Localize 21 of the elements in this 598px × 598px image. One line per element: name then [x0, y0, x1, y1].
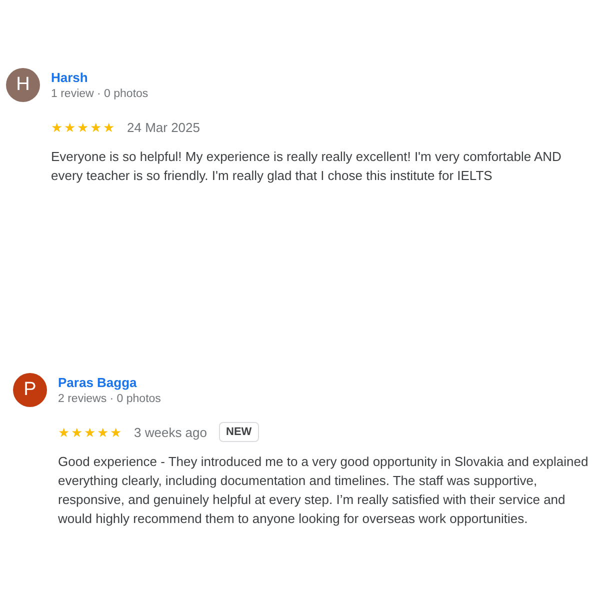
star-icon: ★ — [84, 426, 96, 438]
review-text: Everyone is so helpful! My experience is really really excellent! I'm very comfortable AND every teacher is so friendly. I'm really glad that I chose this institute for IELTS — [51, 148, 562, 185]
star-icon: ★ — [77, 120, 89, 134]
reviewer-name[interactable]: Harsh — [51, 69, 590, 86]
star-icon: ★ — [103, 120, 115, 134]
star-icon: ★ — [110, 426, 122, 438]
star-icon: ★ — [71, 426, 83, 438]
reviewer-stats: 2 reviews · 0 photos — [58, 392, 162, 407]
review-date: 3 weeks ago — [134, 424, 207, 440]
star-icon: ★ — [90, 120, 102, 134]
star-icon: ★ — [51, 120, 63, 134]
review-date: 24 Mar 2025 — [127, 120, 200, 134]
reviewer-stats: 1 review · 0 photos — [51, 87, 150, 102]
avatar[interactable]: P — [13, 373, 47, 407]
new-badge: NEW — [219, 422, 259, 442]
reviewer-name[interactable]: Paras Bagga — [58, 374, 590, 391]
star-icon: ★ — [58, 426, 70, 438]
avatar[interactable]: H — [6, 68, 40, 102]
star-icon: ★ — [64, 120, 76, 134]
star-icon: ★ — [97, 426, 109, 438]
review-text: Good experience - They introduced me to a very good opportunity in Slovakia and explained everything clearly, including documentation and timelines. The staff was supportive, responsive, and genuinely helpful at every step. I’m really satisfied with their service and would highly recommend them to anyone looking for overseas work opportunities. — [58, 453, 590, 528]
